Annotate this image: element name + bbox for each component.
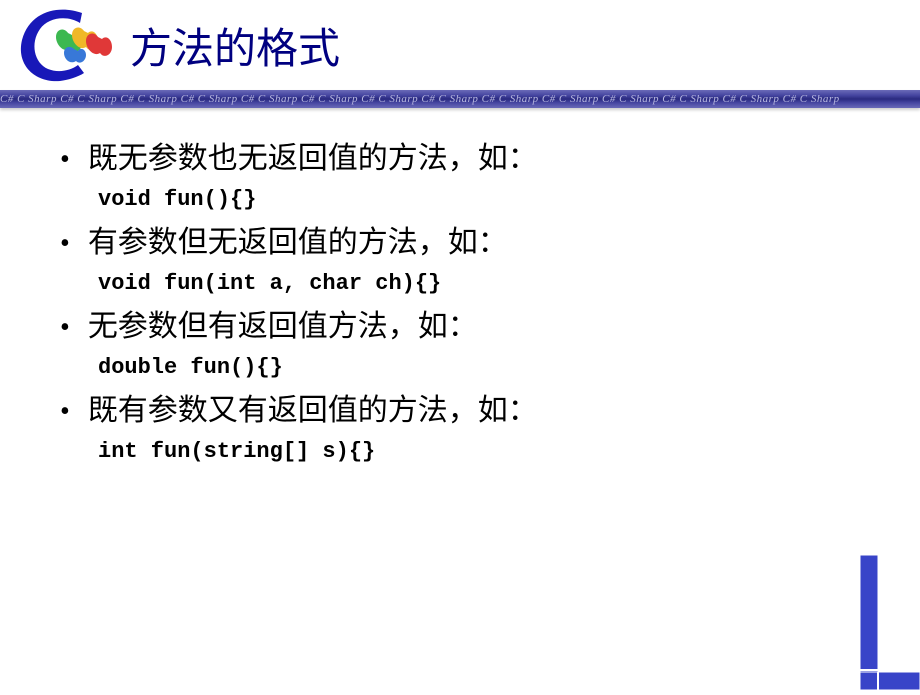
code-snippet: int fun(string[] s){}	[98, 439, 880, 464]
bullet-text: 有参数但无返回值的方法，如：	[88, 220, 508, 265]
bullet-text: 既无参数也无返回值的方法，如：	[88, 136, 538, 181]
divider-bar: C# C Sharp C# C Sharp C# C Sharp C# C Sh…	[0, 90, 920, 108]
code-snippet: void fun(int a, char ch){}	[98, 271, 880, 296]
bullet-icon: •	[60, 308, 70, 347]
slide-header: 方法的格式	[0, 0, 920, 90]
bullet-icon: •	[60, 392, 70, 431]
slide-title: 方法的格式	[130, 15, 340, 76]
list-item: • 有参数但无返回值的方法，如： void fun(int a, char ch…	[60, 220, 880, 296]
bullet-icon: •	[60, 224, 70, 263]
slide-content: • 既无参数也无返回值的方法，如： void fun(){} • 有参数但无返回…	[0, 108, 920, 492]
list-item: • 既无参数也无返回值的方法，如： void fun(){}	[60, 136, 880, 212]
list-item: • 无参数但有返回值方法，如： double fun(){}	[60, 304, 880, 380]
code-snippet: double fun(){}	[98, 355, 880, 380]
logo	[10, 5, 120, 85]
code-snippet: void fun(){}	[98, 187, 880, 212]
divider-text: C# C Sharp C# C Sharp C# C Sharp C# C Sh…	[0, 90, 920, 108]
bullet-text: 无参数但有返回值方法，如：	[88, 304, 478, 349]
bullet-icon: •	[60, 140, 70, 179]
corner-decoration	[860, 555, 920, 690]
list-item: • 既有参数又有返回值的方法，如： int fun(string[] s){}	[60, 388, 880, 464]
bullet-text: 既有参数又有返回值的方法，如：	[88, 388, 538, 433]
